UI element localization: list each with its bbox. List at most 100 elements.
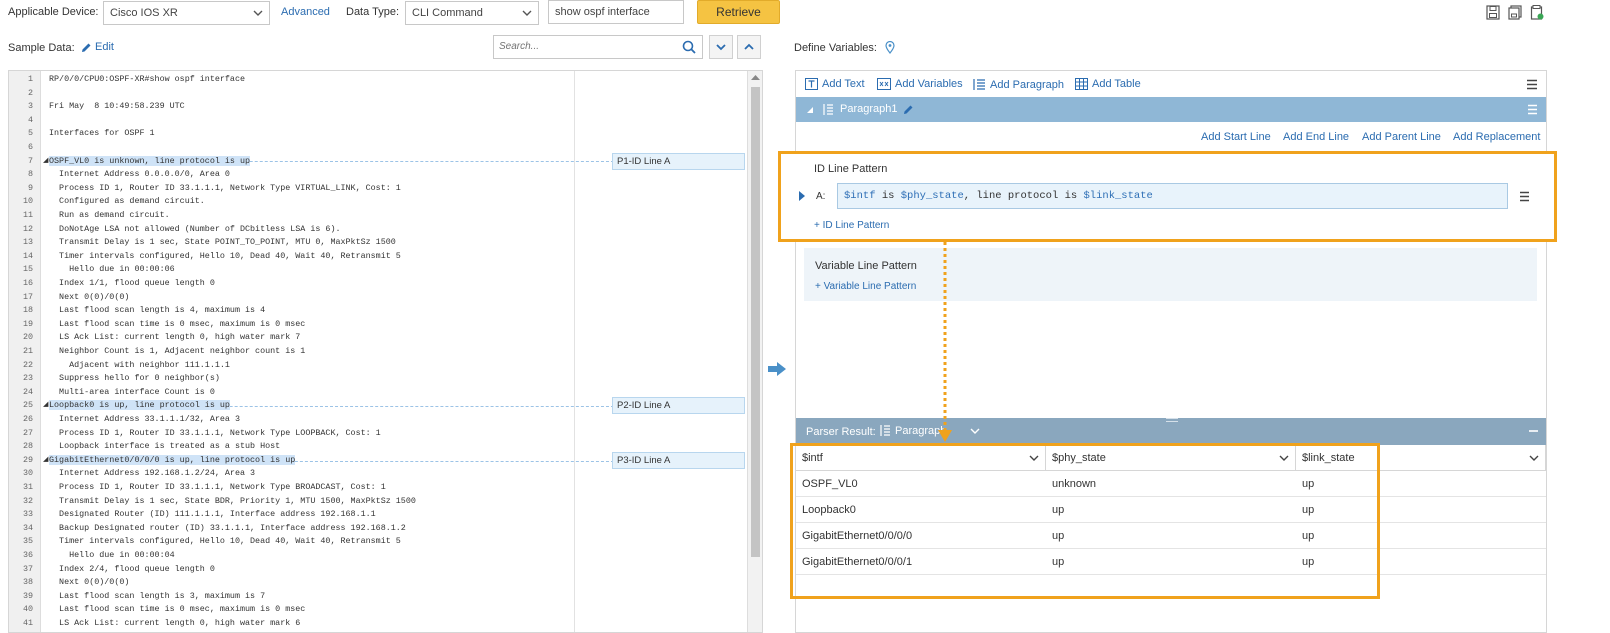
next-match-button[interactable] [709,35,733,59]
expand-marker-icon[interactable]: ◢ [43,399,48,413]
add-start-line-link[interactable]: Add Start Line [1201,131,1271,143]
edit-button[interactable]: Edit [81,41,114,53]
chevron-down-icon [522,10,532,16]
retrieve-button[interactable]: Retrieve [697,0,780,24]
expand-marker-icon[interactable]: ◢ [43,155,48,169]
menu-icon[interactable] [1526,79,1538,90]
line-number: 19 [22,318,33,329]
code-line: Multi-area interface Count is 0 [49,386,215,397]
code-line: Internet Address 0.0.0.0/0, Area 0 [49,169,230,180]
device-select-value: Cisco IOS XR [110,7,178,19]
line-number: 41 [22,618,33,628]
scroll-thumb[interactable] [751,87,760,557]
add-end-line-link[interactable]: Add End Line [1283,131,1349,143]
table-icon [1075,78,1088,90]
add-table-label: Add Table [1092,78,1141,90]
code-line: Timer intervals configured, Hello 10, De… [49,250,401,261]
line-number: 28 [22,441,33,452]
line-number: 40 [22,604,33,615]
add-replacement-link[interactable]: Add Replacement [1453,131,1540,143]
variable-line-pattern-label: Variable Line Pattern [815,260,917,272]
code-area: 1 RP/0/0/CPU0:OSPF-XR#show ospf interface… [9,71,749,632]
line-number: 36 [22,550,33,560]
add-variables-button[interactable]: Add Variables [877,78,963,90]
device-select[interactable]: Cisco IOS XR [103,1,270,25]
code-line: Run as demand circuit. [49,210,170,220]
code-line: Neighbor Count is 1, Adjacent neighbor c… [49,346,306,356]
collapse-icon[interactable] [806,106,814,114]
code-line: Interfaces for OSPF 1 [49,128,155,139]
line-number: 16 [22,278,33,288]
line-number: 4 [27,114,33,125]
line-number: 13 [22,237,33,248]
variable-line-pattern-section: Variable Line Pattern + Variable Line Pa… [804,248,1537,301]
chevron-down-icon[interactable] [1529,454,1539,462]
code-line: ◢ Loopback0 is up, line protocol is up [43,399,230,413]
add-paragraph-button[interactable]: Add Paragraph [973,78,1064,91]
add-id-line-pattern-link[interactable]: + ID Line Pattern [814,220,889,231]
code-line: LS Ack List: current length 0, high wate… [49,618,301,628]
data-type-label: Data Type: [346,6,399,18]
resize-handle[interactable] [1166,418,1178,422]
code-line: LS Ack List: current length 0, high wate… [49,332,301,343]
data-type-select[interactable]: CLI Command [405,1,539,25]
save-icon[interactable] [1486,5,1500,20]
add-text-label: Add Text [822,78,865,90]
line-number: 11 [22,210,33,220]
advanced-link[interactable]: Advanced [281,6,330,18]
export-icon[interactable] [1530,5,1544,20]
arrow-right-icon [768,362,786,376]
search-box[interactable] [493,35,703,59]
chevron-down-icon [970,428,980,434]
pattern-variable: $intf [844,190,876,202]
line-number: 9 [27,182,33,193]
paragraph-marker[interactable]: P3-ID Line A [612,451,745,469]
line-number: 27 [22,427,33,438]
sample-data-label: Sample Data: [8,42,75,54]
expand-marker-icon[interactable]: ◢ [43,454,48,468]
line-number: 7 [27,155,33,166]
pattern-prefix: A: [816,191,826,202]
line-number: 8 [27,169,33,180]
highlighted-id-line: GigabitEthernet0/0/0/0 is up, line proto… [49,454,296,465]
caret-right-icon[interactable] [798,190,806,202]
line-number: 17 [22,291,33,302]
menu-icon[interactable] [1519,191,1530,202]
paragraph-icon [823,104,833,115]
paragraph-header[interactable]: Paragraph1 [796,97,1546,122]
code-line: Internet Address 33.1.1.1/32, Area 3 [49,414,240,424]
line-number: 18 [22,305,33,316]
pencil-icon [82,43,91,52]
paragraph-icon [973,79,985,90]
line-number: 37 [22,563,33,574]
code-line: Process ID 1, Router ID 33.1.1.1, Networ… [49,182,401,193]
add-variable-line-pattern-link[interactable]: + Variable Line Pattern [815,281,916,292]
scroll-up-icon[interactable] [751,74,760,81]
command-input[interactable]: show ospf interface [548,0,684,24]
chevron-down-icon [253,10,263,16]
code-line: Configured as demand circuit. [49,196,205,207]
result-table-highlight [790,443,1380,599]
sample-data-editor[interactable]: 1 RP/0/0/CPU0:OSPF-XR#show ospf interface… [8,70,763,633]
id-line-pattern-input[interactable]: $intf is $phy_state, line protocol is $l… [837,183,1508,209]
pencil-icon[interactable] [903,104,914,115]
paragraph-marker[interactable]: P1-ID Line A [612,152,745,170]
line-number: 21 [22,346,33,356]
code-line: Hello due in 00:00:04 [49,550,175,560]
add-parent-line-link[interactable]: Add Parent Line [1362,131,1441,143]
menu-icon[interactable] [1527,104,1538,115]
search-input[interactable] [494,36,674,57]
prev-match-button[interactable] [737,35,761,59]
line-number: 5 [27,128,33,139]
line-number: 32 [22,495,33,506]
paragraph-select[interactable]: Paragraph [880,424,980,437]
code-line: Transmit Delay is 1 sec, State BDR, Prio… [49,495,416,506]
search-icon[interactable] [682,40,696,54]
minimize-icon[interactable] [1529,429,1538,433]
add-table-button[interactable]: Add Table [1075,78,1141,90]
editor-scrollbar[interactable] [747,71,762,632]
pattern-literal: is [875,190,901,202]
paragraph-marker[interactable]: P2-ID Line A [612,397,745,415]
save-all-icon[interactable] [1508,5,1522,20]
add-text-button[interactable]: Add Text [805,78,865,90]
